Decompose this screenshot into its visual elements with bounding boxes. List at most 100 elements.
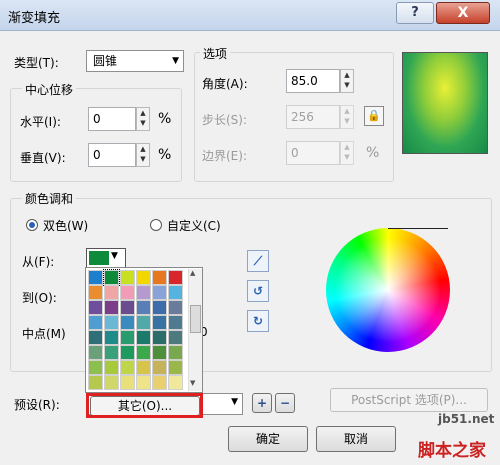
lock-icon[interactable]: 🔒 xyxy=(364,106,384,126)
postscript-options-button: PostScript 选项(P)... xyxy=(330,388,488,412)
steps-input: 256 xyxy=(286,105,340,129)
palette-swatch[interactable] xyxy=(168,375,183,390)
palette-swatch[interactable] xyxy=(168,345,183,360)
scroll-thumb[interactable] xyxy=(190,305,201,333)
vertical-unit: % xyxy=(158,147,172,163)
options-title: 选项 xyxy=(200,45,231,62)
palette-swatch[interactable] xyxy=(104,345,119,360)
to-label: 到(O): xyxy=(22,291,57,305)
steps-label: 步长(S): xyxy=(202,113,248,127)
angle-label: 角度(A): xyxy=(202,77,248,91)
palette-swatch[interactable] xyxy=(103,269,120,286)
horizontal-input[interactable]: 0 xyxy=(88,107,136,131)
palette-swatch[interactable] xyxy=(88,360,103,375)
palette-swatch[interactable] xyxy=(88,375,103,390)
remove-preset-button[interactable]: − xyxy=(275,393,295,413)
palette-swatch[interactable] xyxy=(136,345,151,360)
counterclockwise-icon[interactable]: ↺ xyxy=(247,280,269,302)
two-color-label: 双色(W) xyxy=(43,219,89,233)
palette-grid xyxy=(88,269,186,390)
palette-swatch[interactable] xyxy=(88,345,103,360)
palette-swatch[interactable] xyxy=(88,285,103,300)
custom-radio[interactable] xyxy=(150,219,162,231)
palette-swatch[interactable] xyxy=(152,270,167,285)
palette-swatch[interactable] xyxy=(136,330,151,345)
palette-swatch[interactable] xyxy=(168,315,183,330)
palette-swatch[interactable] xyxy=(168,285,183,300)
type-select[interactable]: 圆锥 ▼ xyxy=(86,50,184,72)
palette-swatch[interactable] xyxy=(104,375,119,390)
gradient-preview xyxy=(402,52,488,154)
color-blend-title: 颜色调和 xyxy=(22,190,77,207)
palette-swatch[interactable] xyxy=(136,375,151,390)
palette-swatch[interactable] xyxy=(152,375,167,390)
palette-swatch[interactable] xyxy=(104,330,119,345)
palette-swatch[interactable] xyxy=(104,300,119,315)
palette-swatch[interactable] xyxy=(152,315,167,330)
help-button[interactable]: ? xyxy=(396,2,434,24)
edge-unit: % xyxy=(366,145,380,161)
highlight-box xyxy=(86,393,203,418)
palette-scrollbar[interactable]: ▲ ▼ xyxy=(188,269,202,391)
palette-swatch[interactable] xyxy=(152,345,167,360)
edge-label: 边界(E): xyxy=(202,149,247,163)
vertical-input[interactable]: 0 xyxy=(88,143,136,167)
angle-spinner[interactable]: ▲ ▼ xyxy=(340,69,354,93)
custom-label: 自定义(C) xyxy=(167,219,221,233)
add-preset-button[interactable]: + xyxy=(252,393,272,413)
palette-swatch[interactable] xyxy=(152,330,167,345)
palette-swatch[interactable] xyxy=(120,360,135,375)
palette-swatch[interactable] xyxy=(168,300,183,315)
palette-swatch[interactable] xyxy=(152,300,167,315)
from-color-swatch xyxy=(89,251,109,265)
palette-swatch[interactable] xyxy=(88,315,103,330)
palette-swatch[interactable] xyxy=(136,360,151,375)
line-blend-icon[interactable]: ⟋ xyxy=(247,250,269,272)
palette-swatch[interactable] xyxy=(152,360,167,375)
cancel-button[interactable]: 取消 xyxy=(316,426,396,452)
two-color-radio[interactable] xyxy=(26,219,38,231)
palette-swatch[interactable] xyxy=(120,375,135,390)
color-wheel[interactable] xyxy=(326,228,450,352)
vertical-spinner[interactable]: ▲ ▼ xyxy=(136,143,150,167)
midpoint-label: 中点(M) xyxy=(22,327,66,341)
chevron-down-icon: ▼ xyxy=(111,251,118,261)
angle-input[interactable]: 85.0 xyxy=(286,69,340,93)
palette-swatch[interactable] xyxy=(152,285,167,300)
from-color-picker[interactable]: ▼ xyxy=(86,248,126,268)
color-palette-dropdown[interactable]: ▲ ▼ xyxy=(85,267,203,393)
palette-swatch[interactable] xyxy=(168,270,183,285)
type-label: 类型(T): xyxy=(14,56,59,70)
palette-swatch[interactable] xyxy=(120,300,135,315)
palette-swatch[interactable] xyxy=(120,315,135,330)
ok-button[interactable]: 确定 xyxy=(228,426,308,452)
palette-swatch[interactable] xyxy=(120,345,135,360)
palette-swatch[interactable] xyxy=(88,270,103,285)
palette-swatch[interactable] xyxy=(136,300,151,315)
horizontal-label: 水平(I): xyxy=(20,115,61,129)
preset-label: 预设(R): xyxy=(14,398,60,412)
palette-swatch[interactable] xyxy=(104,360,119,375)
palette-swatch[interactable] xyxy=(88,300,103,315)
palette-swatch[interactable] xyxy=(136,315,151,330)
palette-swatch[interactable] xyxy=(120,330,135,345)
palette-swatch[interactable] xyxy=(104,285,119,300)
clockwise-icon[interactable]: ↻ xyxy=(247,310,269,332)
scroll-down-icon[interactable]: ▼ xyxy=(190,379,195,387)
palette-swatch[interactable] xyxy=(88,330,103,345)
window-title: 渐变填充 xyxy=(8,11,61,26)
watermark-url: jb51.net xyxy=(438,412,495,426)
palette-swatch[interactable] xyxy=(136,270,151,285)
palette-swatch[interactable] xyxy=(168,360,183,375)
palette-swatch[interactable] xyxy=(120,270,135,285)
palette-swatch[interactable] xyxy=(136,285,151,300)
palette-swatch[interactable] xyxy=(104,315,119,330)
watermark-logo: 脚本之家 xyxy=(418,441,486,461)
horizontal-spinner[interactable]: ▲ ▼ xyxy=(136,107,150,131)
edge-input: 0 xyxy=(286,141,340,165)
from-label: 从(F): xyxy=(22,255,55,269)
close-button[interactable]: X xyxy=(436,2,490,24)
palette-swatch[interactable] xyxy=(120,285,135,300)
scroll-up-icon[interactable]: ▲ xyxy=(190,269,195,277)
palette-swatch[interactable] xyxy=(168,330,183,345)
